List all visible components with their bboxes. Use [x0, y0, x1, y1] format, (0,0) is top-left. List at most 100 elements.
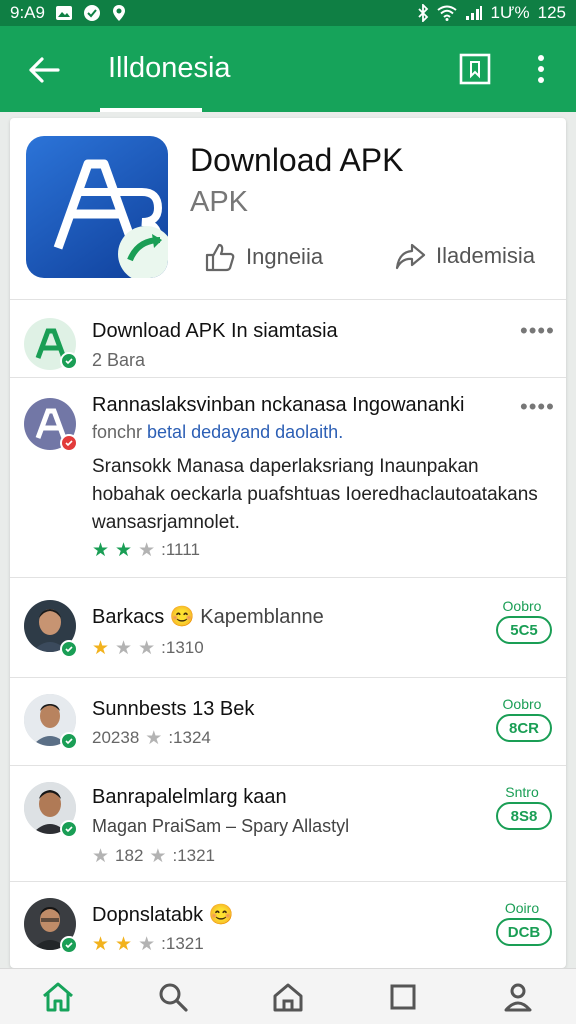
app-subtitle: APK [190, 186, 249, 218]
post-body-line: hobahak oeckarla puafshtuas Ioeredhaclau… [92, 484, 538, 505]
star-rating: 20238 ★ :1324 [92, 728, 211, 748]
alert-badge-icon [60, 434, 78, 452]
check-badge-icon [60, 936, 78, 954]
app-header: Download APK APK Ingneiia Ilademisia [10, 118, 566, 300]
battery-percent: 1Ư% [490, 3, 530, 22]
rating-count: :1321 [172, 846, 216, 865]
back-button[interactable] [24, 50, 64, 90]
rating-count: :1111 [161, 540, 200, 559]
post-body-line: wansasrjamnolet. [92, 512, 240, 533]
emoji-icon: 😊 [208, 904, 234, 926]
post-item[interactable]: Download APK In siamtasia 2 Bara •••• [10, 300, 566, 378]
check-badge-icon [60, 820, 78, 838]
like-button[interactable]: Ingneiia [204, 242, 323, 272]
score-label: Oobro [502, 598, 542, 614]
status-time: 9:A9 [10, 3, 45, 22]
post-title: Rannaslaksvinban nckanasa Ingowananki [92, 394, 465, 416]
content-card: Download APK APK Ingneiia Ilademisia Dow… [10, 118, 566, 968]
star-icon: ★ [115, 539, 133, 561]
square-icon [390, 984, 416, 1009]
bluetooth-icon [417, 4, 429, 22]
post-meta: fonchr betal dedayand daolaith. [92, 422, 344, 442]
rating-prefix: 182 [115, 846, 144, 865]
nav-search[interactable] [149, 973, 197, 1021]
score-label: Oobro [502, 696, 542, 712]
chat-icon [83, 4, 101, 22]
star-icon: ★ [92, 539, 110, 561]
star-icon: ★ [92, 845, 110, 867]
page-title: Illdonesia [108, 52, 231, 84]
bookmark-icon [459, 53, 491, 85]
reviewer-name: Barkacs 😊 Kapemblanne [92, 606, 324, 628]
post-meta: 2 Bara [92, 350, 146, 370]
score-pill[interactable]: DCB [496, 918, 552, 946]
gallery-icon [55, 5, 73, 21]
star-icon: ★ [115, 637, 133, 659]
share-icon [395, 243, 426, 270]
score-label: Sntro [505, 784, 539, 800]
status-clock-right: 125 [537, 3, 566, 22]
star-icon: ★ [92, 933, 110, 955]
emoji-icon: 😊 [169, 606, 195, 628]
more-vert-icon [538, 55, 544, 83]
star-icon: ★ [149, 845, 167, 867]
post-body-line: Sransokk Manasa daperlaksriang Inaunpaka… [92, 456, 479, 477]
star-rating: ★ ★ ★ :1321 [92, 934, 204, 954]
reviewer-name: Sunnbests 13 Bek [92, 698, 255, 720]
star-icon: ★ [92, 637, 110, 659]
like-label: Ingneiia [246, 244, 324, 269]
post-title: Download APK In siamtasia [92, 320, 338, 342]
score-label: Ooiro [504, 900, 540, 916]
house-icon [273, 983, 303, 1011]
status-bar: 9:A9 1Ư% 125 [0, 0, 576, 26]
reviewer-row[interactable]: Dopnslatabk 😊 ★ ★ ★ :1321 Ooiro DCB [10, 882, 566, 968]
star-icon: ★ [138, 539, 156, 561]
reviewer-detail: Magan PraiSam – Spary Allastyl [92, 816, 350, 836]
reviewer-name: Dopnslatabk 😊 [92, 904, 234, 926]
share-button[interactable]: Ilademisia [394, 242, 535, 270]
score-pill[interactable]: 8CR [496, 714, 552, 742]
rating-prefix: 20238 [92, 728, 140, 747]
home-icon [42, 982, 73, 1011]
reviewer-row[interactable]: Banrapalelmlarg kaan Magan PraiSam – Spa… [10, 766, 566, 882]
check-badge-icon [60, 640, 78, 658]
bookmark-button[interactable] [458, 52, 492, 86]
reviewer-row[interactable]: Barkacs 😊 Kapemblanne ★ ★ ★ :1310 Oobro … [10, 578, 566, 678]
score-pill[interactable]: 8S8 [496, 802, 552, 830]
star-icon: ★ [145, 727, 163, 749]
tab-indicator [100, 108, 202, 112]
location-icon [111, 4, 127, 22]
signal-icon [465, 5, 483, 21]
app-logo-icon[interactable] [26, 136, 168, 278]
thumb-up-icon [205, 243, 235, 272]
wifi-icon [436, 5, 457, 21]
post-item[interactable]: Rannaslaksvinban nckanasa Ingowananki fo… [10, 378, 566, 578]
app-bar: Illdonesia [0, 26, 576, 112]
share-label: Ilademisia [436, 243, 536, 268]
reviewer-row[interactable]: Sunnbests 13 Bek 20238 ★ :1324 Oobro 8CR [10, 678, 566, 766]
rating-count: :1321 [161, 934, 204, 953]
star-rating: ★ 182 ★ :1321 [92, 846, 215, 866]
post-meta-link[interactable]: betal dedayand daolaith. [147, 422, 343, 442]
post-more-button[interactable]: •••• [520, 394, 555, 420]
reviewer-name: Banrapalelmlarg kaan [92, 786, 287, 808]
star-rating: ★ ★ ★ :1310 [92, 638, 204, 658]
star-icon: ★ [138, 637, 156, 659]
nav-home[interactable] [34, 973, 82, 1021]
search-icon [159, 983, 188, 1012]
app-name: Download APK [190, 142, 404, 178]
nav-profile[interactable] [494, 973, 542, 1021]
check-badge-icon [60, 732, 78, 750]
score-pill[interactable]: 5C5 [496, 616, 552, 644]
overflow-menu-button[interactable] [524, 52, 558, 86]
check-badge-icon [60, 352, 78, 370]
post-more-button[interactable]: •••• [520, 318, 555, 344]
nav-square[interactable] [379, 973, 427, 1021]
bottom-nav [0, 968, 576, 1024]
nav-house[interactable] [264, 973, 312, 1021]
star-rating: ★ ★ ★ :1111 [92, 540, 200, 560]
rating-count: :1324 [168, 728, 211, 747]
star-icon: ★ [138, 933, 156, 955]
rating-count: :1310 [161, 638, 204, 657]
star-icon: ★ [115, 933, 133, 955]
